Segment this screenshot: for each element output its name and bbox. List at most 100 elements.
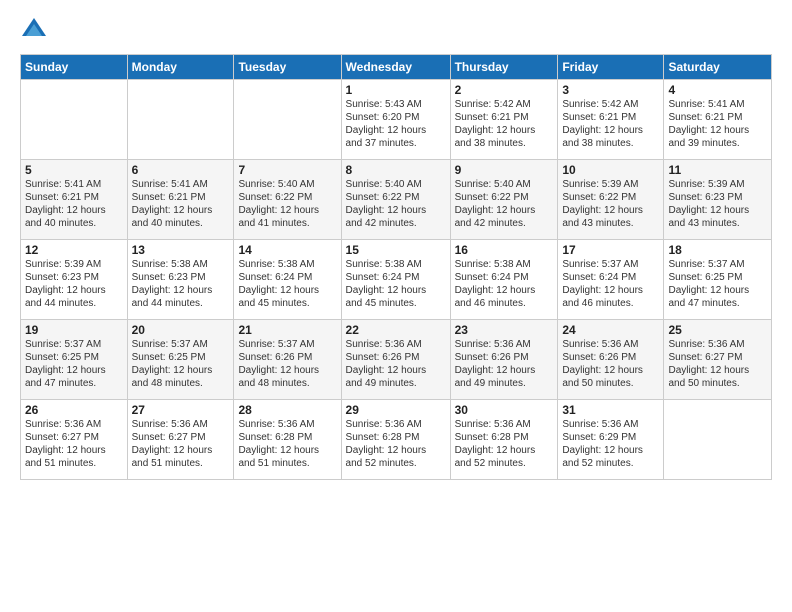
cell-info: Sunrise: 5:41 AMSunset: 6:21 PMDaylight:… bbox=[132, 178, 230, 230]
calendar-cell: 29Sunrise: 5:36 AMSunset: 6:28 PMDayligh… bbox=[341, 400, 450, 480]
calendar-cell: 30Sunrise: 5:36 AMSunset: 6:28 PMDayligh… bbox=[450, 400, 558, 480]
cell-info: Sunrise: 5:40 AMSunset: 6:22 PMDaylight:… bbox=[238, 178, 336, 230]
day-number: 6 bbox=[132, 163, 230, 177]
calendar-cell: 20Sunrise: 5:37 AMSunset: 6:25 PMDayligh… bbox=[127, 320, 234, 400]
calendar-cell: 17Sunrise: 5:37 AMSunset: 6:24 PMDayligh… bbox=[558, 240, 664, 320]
cell-info: Sunrise: 5:37 AMSunset: 6:25 PMDaylight:… bbox=[668, 258, 767, 310]
day-header-saturday: Saturday bbox=[664, 55, 772, 80]
day-number: 3 bbox=[562, 83, 659, 97]
cell-info: Sunrise: 5:42 AMSunset: 6:21 PMDaylight:… bbox=[562, 98, 659, 150]
calendar-cell: 5Sunrise: 5:41 AMSunset: 6:21 PMDaylight… bbox=[21, 160, 128, 240]
cell-info: Sunrise: 5:39 AMSunset: 6:22 PMDaylight:… bbox=[562, 178, 659, 230]
week-row-4: 19Sunrise: 5:37 AMSunset: 6:25 PMDayligh… bbox=[21, 320, 772, 400]
day-number: 10 bbox=[562, 163, 659, 177]
day-number: 19 bbox=[25, 323, 123, 337]
week-row-2: 5Sunrise: 5:41 AMSunset: 6:21 PMDaylight… bbox=[21, 160, 772, 240]
header bbox=[20, 16, 772, 44]
day-header-thursday: Thursday bbox=[450, 55, 558, 80]
calendar-cell: 24Sunrise: 5:36 AMSunset: 6:26 PMDayligh… bbox=[558, 320, 664, 400]
calendar-cell: 8Sunrise: 5:40 AMSunset: 6:22 PMDaylight… bbox=[341, 160, 450, 240]
day-number: 2 bbox=[455, 83, 554, 97]
day-number: 9 bbox=[455, 163, 554, 177]
day-number: 4 bbox=[668, 83, 767, 97]
cell-info: Sunrise: 5:36 AMSunset: 6:26 PMDaylight:… bbox=[455, 338, 554, 390]
cell-info: Sunrise: 5:38 AMSunset: 6:24 PMDaylight:… bbox=[238, 258, 336, 310]
day-number: 25 bbox=[668, 323, 767, 337]
calendar-cell: 9Sunrise: 5:40 AMSunset: 6:22 PMDaylight… bbox=[450, 160, 558, 240]
logo-icon bbox=[20, 16, 48, 44]
day-header-wednesday: Wednesday bbox=[341, 55, 450, 80]
day-number: 8 bbox=[346, 163, 446, 177]
calendar-cell: 21Sunrise: 5:37 AMSunset: 6:26 PMDayligh… bbox=[234, 320, 341, 400]
day-number: 15 bbox=[346, 243, 446, 257]
header-row: SundayMondayTuesdayWednesdayThursdayFrid… bbox=[21, 55, 772, 80]
calendar-cell: 18Sunrise: 5:37 AMSunset: 6:25 PMDayligh… bbox=[664, 240, 772, 320]
calendar-body: 1Sunrise: 5:43 AMSunset: 6:20 PMDaylight… bbox=[21, 80, 772, 480]
day-number: 27 bbox=[132, 403, 230, 417]
day-number: 11 bbox=[668, 163, 767, 177]
day-header-sunday: Sunday bbox=[21, 55, 128, 80]
cell-info: Sunrise: 5:36 AMSunset: 6:27 PMDaylight:… bbox=[25, 418, 123, 470]
cell-info: Sunrise: 5:36 AMSunset: 6:29 PMDaylight:… bbox=[562, 418, 659, 470]
cell-info: Sunrise: 5:39 AMSunset: 6:23 PMDaylight:… bbox=[25, 258, 123, 310]
calendar-cell: 1Sunrise: 5:43 AMSunset: 6:20 PMDaylight… bbox=[341, 80, 450, 160]
day-number: 26 bbox=[25, 403, 123, 417]
cell-info: Sunrise: 5:37 AMSunset: 6:25 PMDaylight:… bbox=[132, 338, 230, 390]
cell-info: Sunrise: 5:40 AMSunset: 6:22 PMDaylight:… bbox=[346, 178, 446, 230]
cell-info: Sunrise: 5:36 AMSunset: 6:26 PMDaylight:… bbox=[346, 338, 446, 390]
day-number: 24 bbox=[562, 323, 659, 337]
day-number: 13 bbox=[132, 243, 230, 257]
day-number: 5 bbox=[25, 163, 123, 177]
calendar-cell: 15Sunrise: 5:38 AMSunset: 6:24 PMDayligh… bbox=[341, 240, 450, 320]
day-header-friday: Friday bbox=[558, 55, 664, 80]
calendar-cell: 2Sunrise: 5:42 AMSunset: 6:21 PMDaylight… bbox=[450, 80, 558, 160]
day-number: 29 bbox=[346, 403, 446, 417]
calendar-cell: 25Sunrise: 5:36 AMSunset: 6:27 PMDayligh… bbox=[664, 320, 772, 400]
calendar-cell: 6Sunrise: 5:41 AMSunset: 6:21 PMDaylight… bbox=[127, 160, 234, 240]
calendar-cell: 13Sunrise: 5:38 AMSunset: 6:23 PMDayligh… bbox=[127, 240, 234, 320]
day-number: 1 bbox=[346, 83, 446, 97]
calendar-cell: 7Sunrise: 5:40 AMSunset: 6:22 PMDaylight… bbox=[234, 160, 341, 240]
calendar-page: SundayMondayTuesdayWednesdayThursdayFrid… bbox=[0, 0, 792, 612]
cell-info: Sunrise: 5:36 AMSunset: 6:27 PMDaylight:… bbox=[132, 418, 230, 470]
day-number: 22 bbox=[346, 323, 446, 337]
day-number: 7 bbox=[238, 163, 336, 177]
cell-info: Sunrise: 5:41 AMSunset: 6:21 PMDaylight:… bbox=[668, 98, 767, 150]
cell-info: Sunrise: 5:37 AMSunset: 6:25 PMDaylight:… bbox=[25, 338, 123, 390]
calendar-cell bbox=[234, 80, 341, 160]
cell-info: Sunrise: 5:36 AMSunset: 6:28 PMDaylight:… bbox=[455, 418, 554, 470]
day-number: 30 bbox=[455, 403, 554, 417]
logo bbox=[20, 16, 52, 44]
cell-info: Sunrise: 5:36 AMSunset: 6:27 PMDaylight:… bbox=[668, 338, 767, 390]
week-row-3: 12Sunrise: 5:39 AMSunset: 6:23 PMDayligh… bbox=[21, 240, 772, 320]
cell-info: Sunrise: 5:37 AMSunset: 6:24 PMDaylight:… bbox=[562, 258, 659, 310]
calendar-cell bbox=[664, 400, 772, 480]
cell-info: Sunrise: 5:36 AMSunset: 6:28 PMDaylight:… bbox=[346, 418, 446, 470]
calendar-cell: 3Sunrise: 5:42 AMSunset: 6:21 PMDaylight… bbox=[558, 80, 664, 160]
day-number: 16 bbox=[455, 243, 554, 257]
cell-info: Sunrise: 5:38 AMSunset: 6:24 PMDaylight:… bbox=[455, 258, 554, 310]
cell-info: Sunrise: 5:38 AMSunset: 6:23 PMDaylight:… bbox=[132, 258, 230, 310]
cell-info: Sunrise: 5:39 AMSunset: 6:23 PMDaylight:… bbox=[668, 178, 767, 230]
day-header-monday: Monday bbox=[127, 55, 234, 80]
day-number: 21 bbox=[238, 323, 336, 337]
calendar-header: SundayMondayTuesdayWednesdayThursdayFrid… bbox=[21, 55, 772, 80]
calendar-table: SundayMondayTuesdayWednesdayThursdayFrid… bbox=[20, 54, 772, 480]
cell-info: Sunrise: 5:38 AMSunset: 6:24 PMDaylight:… bbox=[346, 258, 446, 310]
calendar-cell: 11Sunrise: 5:39 AMSunset: 6:23 PMDayligh… bbox=[664, 160, 772, 240]
day-number: 31 bbox=[562, 403, 659, 417]
calendar-cell: 26Sunrise: 5:36 AMSunset: 6:27 PMDayligh… bbox=[21, 400, 128, 480]
calendar-cell: 14Sunrise: 5:38 AMSunset: 6:24 PMDayligh… bbox=[234, 240, 341, 320]
calendar-cell: 27Sunrise: 5:36 AMSunset: 6:27 PMDayligh… bbox=[127, 400, 234, 480]
cell-info: Sunrise: 5:37 AMSunset: 6:26 PMDaylight:… bbox=[238, 338, 336, 390]
calendar-cell bbox=[127, 80, 234, 160]
calendar-cell: 31Sunrise: 5:36 AMSunset: 6:29 PMDayligh… bbox=[558, 400, 664, 480]
calendar-cell: 4Sunrise: 5:41 AMSunset: 6:21 PMDaylight… bbox=[664, 80, 772, 160]
day-number: 20 bbox=[132, 323, 230, 337]
cell-info: Sunrise: 5:41 AMSunset: 6:21 PMDaylight:… bbox=[25, 178, 123, 230]
day-header-tuesday: Tuesday bbox=[234, 55, 341, 80]
day-number: 12 bbox=[25, 243, 123, 257]
day-number: 14 bbox=[238, 243, 336, 257]
week-row-1: 1Sunrise: 5:43 AMSunset: 6:20 PMDaylight… bbox=[21, 80, 772, 160]
calendar-cell: 12Sunrise: 5:39 AMSunset: 6:23 PMDayligh… bbox=[21, 240, 128, 320]
